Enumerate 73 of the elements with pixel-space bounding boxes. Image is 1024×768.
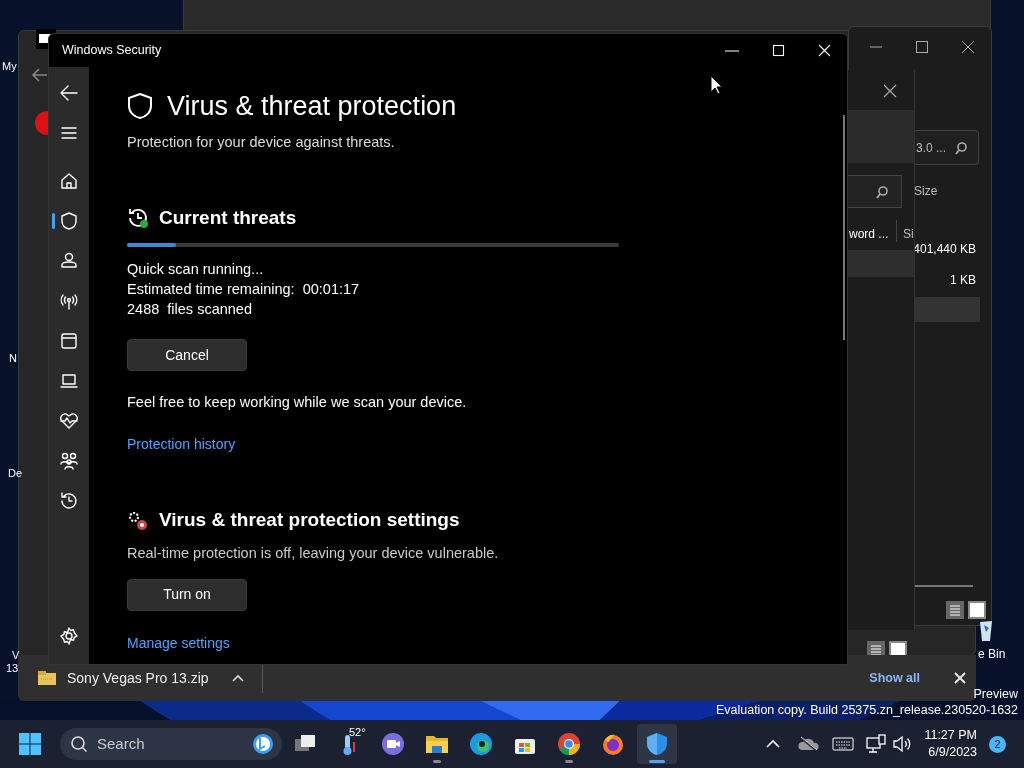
clock-time: 11:27 PM [924,727,977,744]
chrome-icon [557,732,581,756]
desktop-icon-label: De [8,466,23,481]
build-info-text: Evaluation copy. Build 25375.zn_release.230520-1632 [715,702,1018,719]
desktop-icon-label: e Bin [978,646,1006,663]
family-icon [59,451,79,471]
show-all-link[interactable]: Show all [869,668,920,688]
browser-icon [469,732,493,756]
windows-logo-icon [18,732,42,756]
file-name: Sony Vegas Pro 13.zip [67,668,209,688]
status-text: Quick scan running... [127,260,265,280]
search-icon [954,140,968,155]
manage-settings-link[interactable]: Manage settings [127,634,230,651]
cloud-off-icon[interactable] [798,736,821,752]
minimize-icon [725,49,739,52]
desktop-icon-label: My [2,59,17,74]
section-heading: Virus & threat protection settings [159,508,460,533]
chevron-up-icon[interactable] [766,739,781,749]
cursor-icon [710,74,724,95]
keyboard-icon[interactable] [832,737,855,751]
shield-icon [645,732,669,756]
cancel-button[interactable]: Cancel [127,339,247,372]
settings-icon [59,626,79,646]
back-arrow-icon [59,83,79,103]
page-title: Virus & threat protection [167,90,457,123]
close-icon[interactable] [883,83,897,98]
history-icon [59,491,79,511]
protection-history-link[interactable]: Protection history [127,436,236,453]
fox-browser-icon [601,732,625,756]
column-header: Si [903,226,914,243]
table-cell-text: 1 KB [949,272,976,289]
table-cell-text: 401,440 KB [912,241,976,258]
window-title: Windows Security [62,42,162,60]
caret-up-icon[interactable] [231,674,244,682]
back-arrow-icon[interactable] [31,66,49,83]
turn-on-button[interactable]: Turn on [127,578,247,611]
video-chat-icon [381,732,405,756]
build-info-text: Preview [973,686,1018,703]
status-text: 2488 files scanned [127,300,253,320]
clock-date: 6/9/2023 [928,744,977,761]
weather-temperature: 52° [349,725,366,740]
recycle-bin-icon [979,619,993,642]
desktop-icon-label: 13 [6,661,19,676]
network-icon[interactable] [866,734,887,754]
desktop-icon-label: V [12,648,20,663]
volume-icon[interactable] [892,735,913,753]
app-window-icon [59,331,79,351]
column-header: word ... [849,226,889,243]
close-icon[interactable] [960,38,976,55]
section-heading: Current threats [159,205,297,230]
shield-icon [127,92,153,120]
notification-badge[interactable]: 2 [989,735,1006,753]
gears-icon [127,509,149,532]
page-subtitle: Protection for your device against threats. [127,134,395,150]
laptop-icon [59,371,79,391]
status-text: Estimated time remaining: 00:01:17 [127,280,361,300]
shield-icon [59,211,79,231]
taskbar-app[interactable]: 52° [329,724,369,764]
bing-icon [252,733,274,755]
search-field[interactable]: Search [60,728,282,760]
column-header: Size [914,183,938,200]
home-icon [59,171,79,191]
search-icon [875,184,889,199]
search-icon [70,735,88,753]
zip-folder-icon [38,671,56,685]
heart-pulse-icon [59,411,79,431]
info-text: Feel free to keep working while we scan your device. [127,393,468,413]
status-text: Real-time protection is off, leaving your device vulnerable. [127,543,500,563]
preview-pane-icon[interactable] [968,600,986,619]
person-icon [59,251,79,271]
maximize-icon[interactable] [914,38,930,55]
scan-icon [127,207,149,229]
desktop-icon-label: N [9,351,17,366]
